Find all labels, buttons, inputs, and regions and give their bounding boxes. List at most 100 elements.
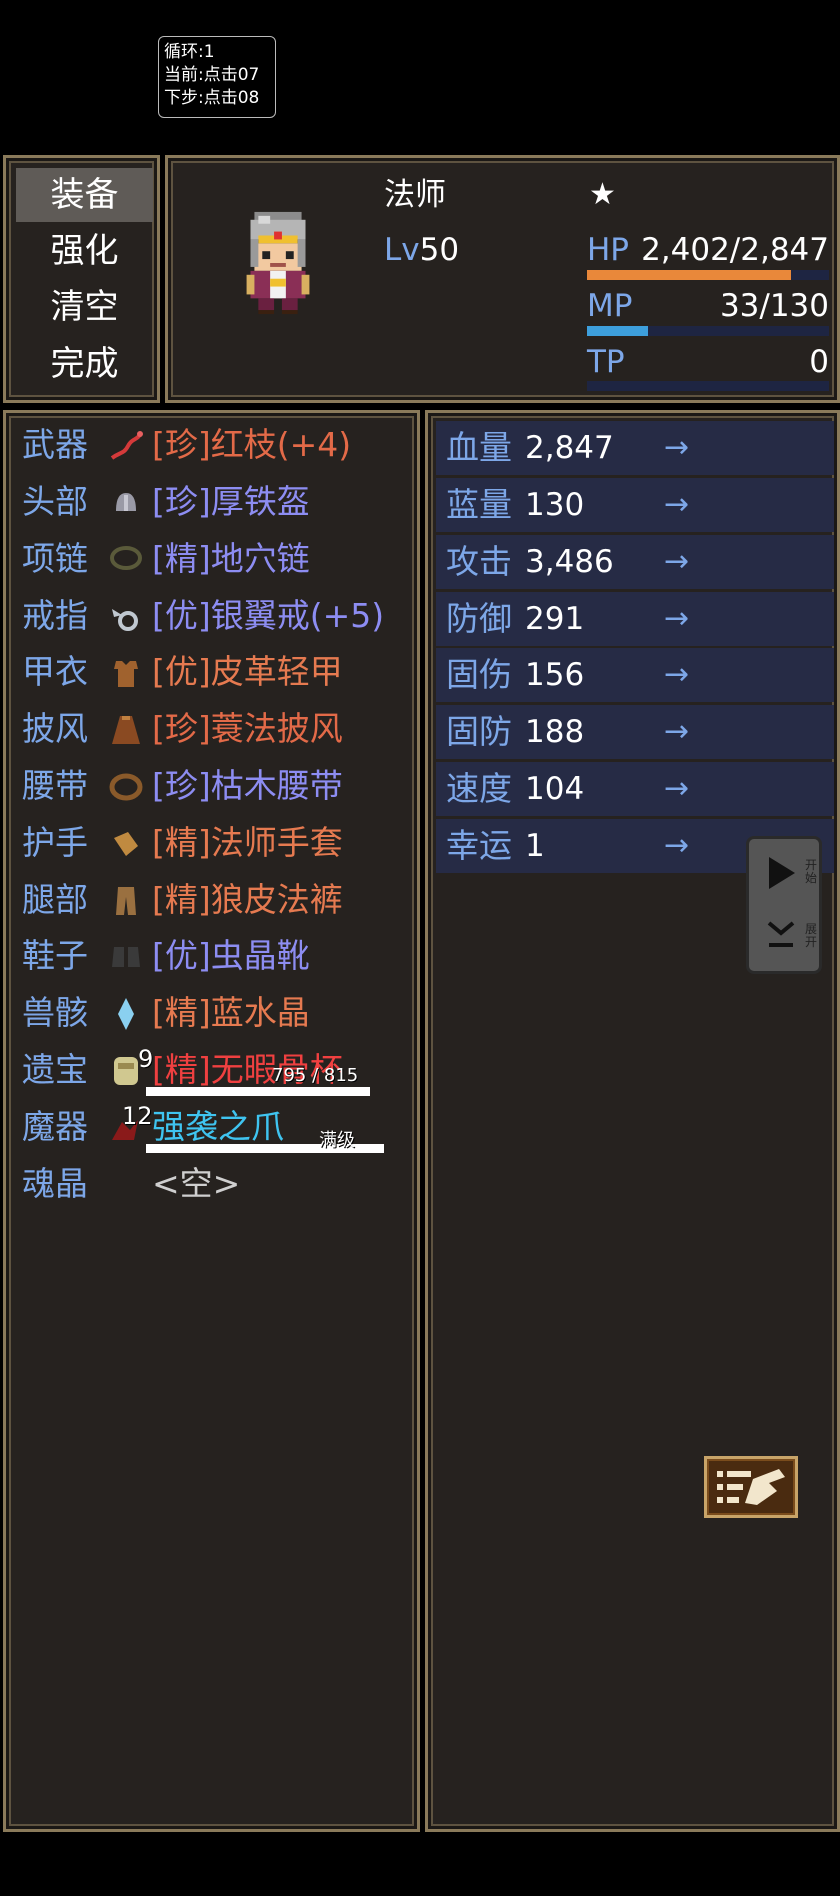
character-status-panel: 法师 ★ Lv50 HP 2,402/2,847 MP 33/130 TP 0 — [165, 155, 840, 403]
stat-value: 3,486 — [525, 544, 614, 580]
next-step: 下步:点击08 — [164, 88, 260, 108]
item-name: [精]地穴链 — [152, 539, 310, 578]
menu-item-enhance[interactable]: 强化 — [16, 224, 153, 278]
item-name: [优]虫晶靴 — [152, 936, 310, 975]
arrow-right-icon: → — [664, 714, 690, 749]
item-name: [精]狼皮法裤 — [152, 880, 343, 919]
stat-row: 固防 188 → — [436, 705, 834, 759]
equip-row-belt[interactable]: 腰带 [珍]枯木腰带 — [22, 759, 422, 813]
stat-row: 蓝量 130 → — [436, 478, 834, 532]
arrow-right-icon: → — [664, 657, 690, 692]
item-name: [珍]蓑法披风 — [152, 709, 343, 748]
iron-helmet-icon — [116, 493, 136, 511]
red-branch-icon — [110, 431, 143, 460]
stat-value: 130 — [525, 487, 585, 523]
expand-button[interactable]: 展开 — [755, 917, 818, 961]
boots-icon — [112, 947, 140, 967]
slot-label: 甲衣 — [22, 652, 88, 691]
arrow-right-icon: → — [664, 601, 690, 636]
play-button[interactable]: 开始 — [755, 853, 817, 895]
slot-label: 兽骸 — [22, 993, 88, 1032]
item-name: [精]法师手套 — [152, 823, 343, 862]
equip-row-beast-bone[interactable]: 兽骸 [精]蓝水晶 — [22, 986, 422, 1040]
hp-value: 2,402/2,847 — [641, 232, 829, 268]
expand-down-icon — [767, 921, 795, 947]
equip-row-relic[interactable]: 遗宝 9 [精]无暇骨杯 795 / 815 — [22, 1043, 422, 1097]
item-name: [珍]厚铁盔 — [152, 482, 310, 521]
stat-row: 攻击 3,486 → — [436, 535, 834, 589]
current-step: 当前:点击07 — [164, 65, 260, 85]
slot-label: 腰带 — [22, 766, 88, 805]
pants-icon — [116, 887, 136, 915]
stat-row: 固伤 156 → — [436, 648, 834, 702]
slot-label: 头部 — [22, 482, 88, 521]
menu-item-clear[interactable]: 清空 — [16, 280, 153, 334]
equipment-panel: 武器 [珍]红枝(+4) 头部 [珍]厚铁盔 项链 [精]地穴链 戒指 [优]银… — [3, 410, 420, 1832]
equip-row-necklace[interactable]: 项链 [精]地穴链 — [22, 532, 422, 586]
menu-item-done[interactable]: 完成 — [16, 337, 153, 391]
equip-row-armor[interactable]: 甲衣 [优]皮革轻甲 — [22, 645, 422, 699]
equip-row-ring[interactable]: 戒指 [优]银翼戒(+5) — [22, 589, 422, 643]
stat-value: 188 — [525, 714, 585, 750]
stat-label: 防御 — [446, 599, 512, 638]
mp-label: MP — [587, 288, 633, 324]
arrow-right-icon: → — [664, 771, 690, 806]
slot-label: 腿部 — [22, 880, 88, 919]
stat-label: 幸运 — [446, 826, 512, 865]
equip-row-head[interactable]: 头部 [珍]厚铁盔 — [22, 475, 422, 529]
stats-panel: 血量 2,847 → 蓝量 130 → 攻击 3,486 → 防御 291 → … — [425, 410, 840, 1832]
relic-progress-bar — [146, 1087, 370, 1096]
slot-label: 魔器 — [22, 1107, 88, 1146]
slot-label: 项链 — [22, 539, 88, 578]
arrow-right-icon: → — [664, 430, 690, 465]
stat-value: 291 — [525, 601, 585, 637]
hp-bar-fill — [587, 270, 791, 280]
arrow-right-icon: → — [664, 487, 690, 522]
item-name: [优]银翼戒(+5) — [152, 596, 385, 635]
mp-bar-fill — [587, 326, 648, 336]
slot-label: 披风 — [22, 709, 88, 748]
stat-label: 速度 — [446, 769, 512, 808]
equip-row-cloak[interactable]: 披风 [珍]蓑法披风 — [22, 702, 422, 756]
macro-status-overlay: 循环:1 当前:点击07 下步:点击08 — [158, 36, 276, 118]
equip-row-magic[interactable]: 魔器 12 强袭之爪 满级 — [22, 1100, 422, 1154]
equip-row-legs[interactable]: 腿部 [精]狼皮法裤 — [22, 873, 422, 927]
character-portrait — [246, 211, 310, 315]
stat-value: 156 — [525, 657, 585, 693]
play-icon — [769, 857, 795, 889]
macro-side-control: 开始 展开 — [746, 836, 822, 974]
stat-label: 血量 — [446, 428, 512, 467]
item-name: [精]蓝水晶 — [152, 993, 310, 1032]
stat-row: 速度 104 → — [436, 762, 834, 816]
arrow-right-icon: → — [664, 544, 690, 579]
gloves-icon — [114, 832, 138, 856]
favorite-star-icon[interactable]: ★ — [589, 175, 616, 215]
equip-row-shoes[interactable]: 鞋子 [优]虫晶靴 — [22, 929, 422, 983]
level-value: 50 — [419, 232, 460, 268]
relic-badge: 9 — [138, 1045, 154, 1073]
expand-label: 展开 — [805, 922, 818, 949]
stat-row: 血量 2,847 → — [436, 421, 834, 475]
cloak-icon — [112, 716, 140, 744]
menu-toggle-button[interactable] — [704, 1456, 798, 1518]
tp-bar-track — [587, 381, 829, 391]
equip-row-gloves[interactable]: 护手 [精]法师手套 — [22, 816, 422, 870]
slot-label: 魂晶 — [22, 1164, 88, 1203]
stat-label: 固伤 — [446, 655, 512, 694]
stat-row: 防御 291 → — [436, 592, 834, 646]
slot-label: 鞋子 — [22, 936, 88, 975]
relic-progress-text: 795 / 815 — [272, 1065, 359, 1086]
belt-icon — [109, 773, 143, 801]
necklace-icon — [110, 546, 142, 570]
slot-label: 戒指 — [22, 596, 88, 635]
equip-row-soul-crystal[interactable]: 魂晶 <空> — [22, 1157, 422, 1211]
stat-label: 蓝量 — [446, 485, 512, 524]
command-menu: 装备 强化 清空 完成 — [3, 155, 160, 403]
equip-row-weapon[interactable]: 武器 [珍]红枝(+4) — [22, 418, 422, 472]
magic-level-text: 满级 — [319, 1130, 355, 1151]
menu-item-equip[interactable]: 装备 — [16, 168, 153, 222]
list-menu-icon — [717, 1469, 785, 1505]
tp-value: 0 — [809, 344, 829, 380]
item-name: [珍]枯木腰带 — [152, 766, 343, 805]
loop-count: 循环:1 — [164, 42, 215, 62]
